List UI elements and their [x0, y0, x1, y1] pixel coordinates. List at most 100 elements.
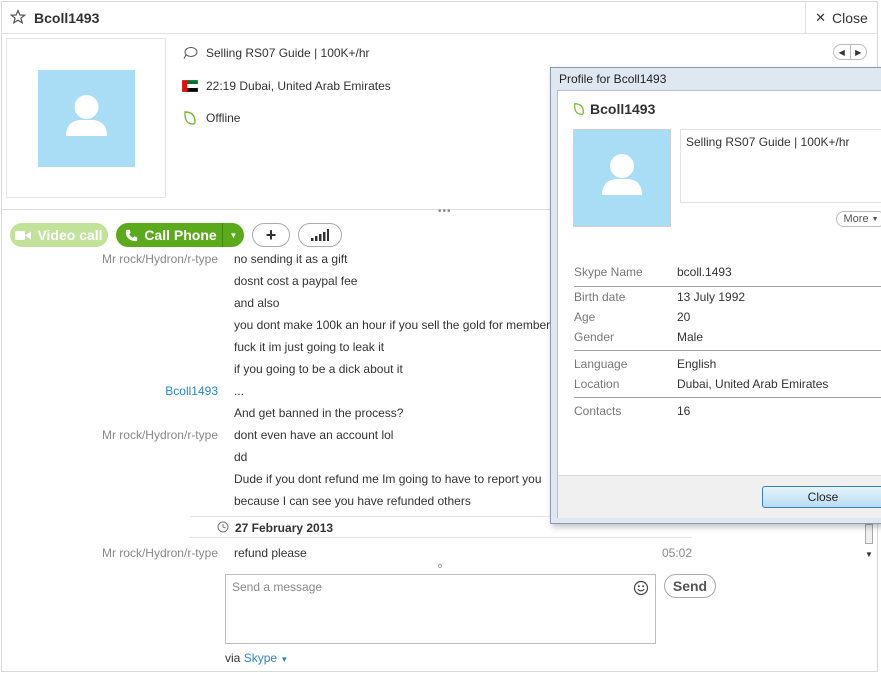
via-selector: via Skype ▼	[225, 651, 288, 665]
message-sender[interactable]: Bcoll1493	[165, 384, 218, 398]
profile-dialog: Profile for Bcoll1493 Bcoll1493 Selling …	[550, 67, 881, 524]
person-icon	[602, 154, 642, 195]
message-text: and also	[234, 296, 280, 310]
message-text: because I can see you have refunded othe…	[234, 494, 471, 508]
message-text: fuck it im just going to leak it	[234, 340, 385, 354]
message-sender[interactable]: Mr rock/Hydron/r-type	[102, 546, 218, 560]
chevron-down-icon: ▼	[280, 655, 289, 664]
dialog-mood-message: Selling RS07 Guide | 100K+/hr	[680, 129, 881, 203]
field-skype-name: Skype Name bcoll.1493	[574, 265, 881, 283]
speech-bubble-icon	[183, 47, 198, 59]
date-label: 27 February 2013	[235, 521, 334, 535]
message-time: 05:02	[662, 546, 693, 560]
message-text: dont even have an account lol	[234, 428, 394, 442]
local-time-row: 22:19 Dubai, United Arab Emirates	[182, 79, 391, 93]
field-value: 13 July 1992	[677, 290, 746, 304]
chevron-down-icon: ▼	[871, 215, 879, 223]
signal-bars-icon	[311, 229, 329, 241]
dialog-content: Bcoll1493 Selling RS07 Guide | 100K+/hr …	[557, 90, 881, 518]
message-text: refund please	[234, 546, 307, 560]
dialog-avatar	[573, 129, 671, 227]
plus-icon: +	[265, 224, 277, 245]
more-label: More	[843, 213, 869, 225]
field-label: Language	[574, 357, 628, 371]
field-language: Language English	[574, 357, 881, 375]
next-arrow-icon[interactable]: ▶	[851, 45, 867, 59]
message-sender[interactable]: Mr rock/Hydron/r-type	[102, 428, 218, 442]
resize-handle[interactable]: •••	[438, 206, 452, 217]
field-birth-date: Birth date 13 July 1992	[574, 290, 881, 308]
chat-scrollbar[interactable]: ▼	[862, 522, 877, 562]
dialog-close-button[interactable]: Close	[762, 486, 881, 508]
clock-icon	[217, 521, 229, 533]
close-conversation-button[interactable]: ✕ Close	[805, 2, 877, 33]
status-row: Offline	[182, 110, 240, 126]
conversation-header: Bcoll1493 ✕ Close	[2, 2, 877, 34]
field-value: English	[677, 357, 717, 371]
message-text: And get banned in the process?	[234, 406, 404, 420]
message-text: dd	[234, 450, 248, 464]
field-label: Contacts	[574, 404, 622, 418]
video-call-label: Video call	[37, 227, 103, 243]
via-service-dropdown[interactable]: Skype ▼	[244, 651, 289, 665]
add-button[interactable]: +	[252, 223, 290, 247]
via-service-label: Skype	[243, 651, 278, 665]
scroll-down-icon[interactable]: ▼	[865, 550, 873, 559]
field-contacts: Contacts 16	[574, 404, 881, 422]
call-options-dropdown[interactable]: ▼	[222, 223, 244, 247]
avatar-placeholder	[38, 70, 135, 167]
field-label: Gender	[574, 330, 615, 344]
offline-status-icon	[574, 103, 584, 115]
field-label: Skype Name	[574, 265, 643, 279]
mood-message: Selling RS07 Guide | 100K+/hr	[206, 46, 370, 60]
message-text: Dude if you dont refund me Im going to h…	[234, 472, 542, 486]
via-label: via	[225, 651, 241, 665]
message-text: ...	[234, 384, 245, 398]
call-phone-button[interactable]: Call Phone ▼	[116, 223, 244, 247]
call-phone-label: Call Phone	[144, 227, 217, 243]
composer-resize-handle[interactable]	[438, 564, 442, 568]
close-icon: ✕	[815, 9, 827, 25]
dialog-title: Profile for Bcoll1493	[559, 72, 667, 86]
send-button[interactable]: Send	[664, 574, 716, 598]
message-input[interactable]	[232, 580, 612, 594]
message-text: no sending it as a gift	[234, 254, 348, 266]
person-icon	[66, 95, 107, 136]
call-quality-button[interactable]	[298, 223, 342, 247]
field-gender: Gender Male	[574, 330, 881, 348]
message-text: dosnt cost a paypal fee	[234, 274, 358, 288]
call-phone-main[interactable]: Call Phone	[116, 227, 222, 243]
offline-status-icon	[184, 111, 196, 125]
field-value: 16	[677, 404, 691, 418]
phone-icon	[126, 229, 138, 241]
mood-row: Selling RS07 Guide | 100K+/hr	[182, 46, 370, 60]
divider	[574, 397, 881, 398]
uae-flag-icon	[182, 80, 198, 92]
field-location: Location Dubai, United Arab Emirates	[574, 377, 881, 395]
chevron-down-icon: ▼	[229, 230, 238, 240]
message-text: if you going to be a dick about it	[234, 362, 403, 376]
more-button[interactable]: More ▼	[836, 211, 881, 227]
chat-message: Mr rock/Hydron/r-type refund please 05:0…	[2, 542, 702, 562]
dialog-footer: Close	[558, 475, 881, 518]
field-value: bcoll.1493	[677, 265, 732, 279]
scrollbar-thumb[interactable]	[865, 524, 873, 544]
status-text: Offline	[206, 111, 241, 125]
contact-name: Bcoll1493	[34, 10, 100, 26]
close-label: Close	[832, 9, 868, 26]
dialog-contact-name: Bcoll1493	[590, 101, 656, 117]
emoticon-icon[interactable]	[633, 580, 649, 596]
message-text: you dont make 100k an hour if you sell t…	[234, 318, 573, 332]
video-call-button[interactable]: Video call	[10, 223, 108, 247]
field-label: Location	[574, 377, 620, 391]
profile-nav-arrows: ◀ ▶	[833, 44, 867, 60]
message-sender[interactable]: Mr rock/Hydron/r-type	[102, 254, 218, 266]
avatar[interactable]	[6, 38, 166, 198]
star-icon[interactable]	[10, 9, 26, 25]
field-label: Birth date	[574, 290, 626, 304]
divider	[574, 350, 881, 351]
field-value: 20	[677, 310, 691, 324]
field-age: Age 20	[574, 310, 881, 328]
prev-arrow-icon[interactable]: ◀	[834, 45, 851, 59]
message-composer[interactable]	[225, 574, 656, 644]
